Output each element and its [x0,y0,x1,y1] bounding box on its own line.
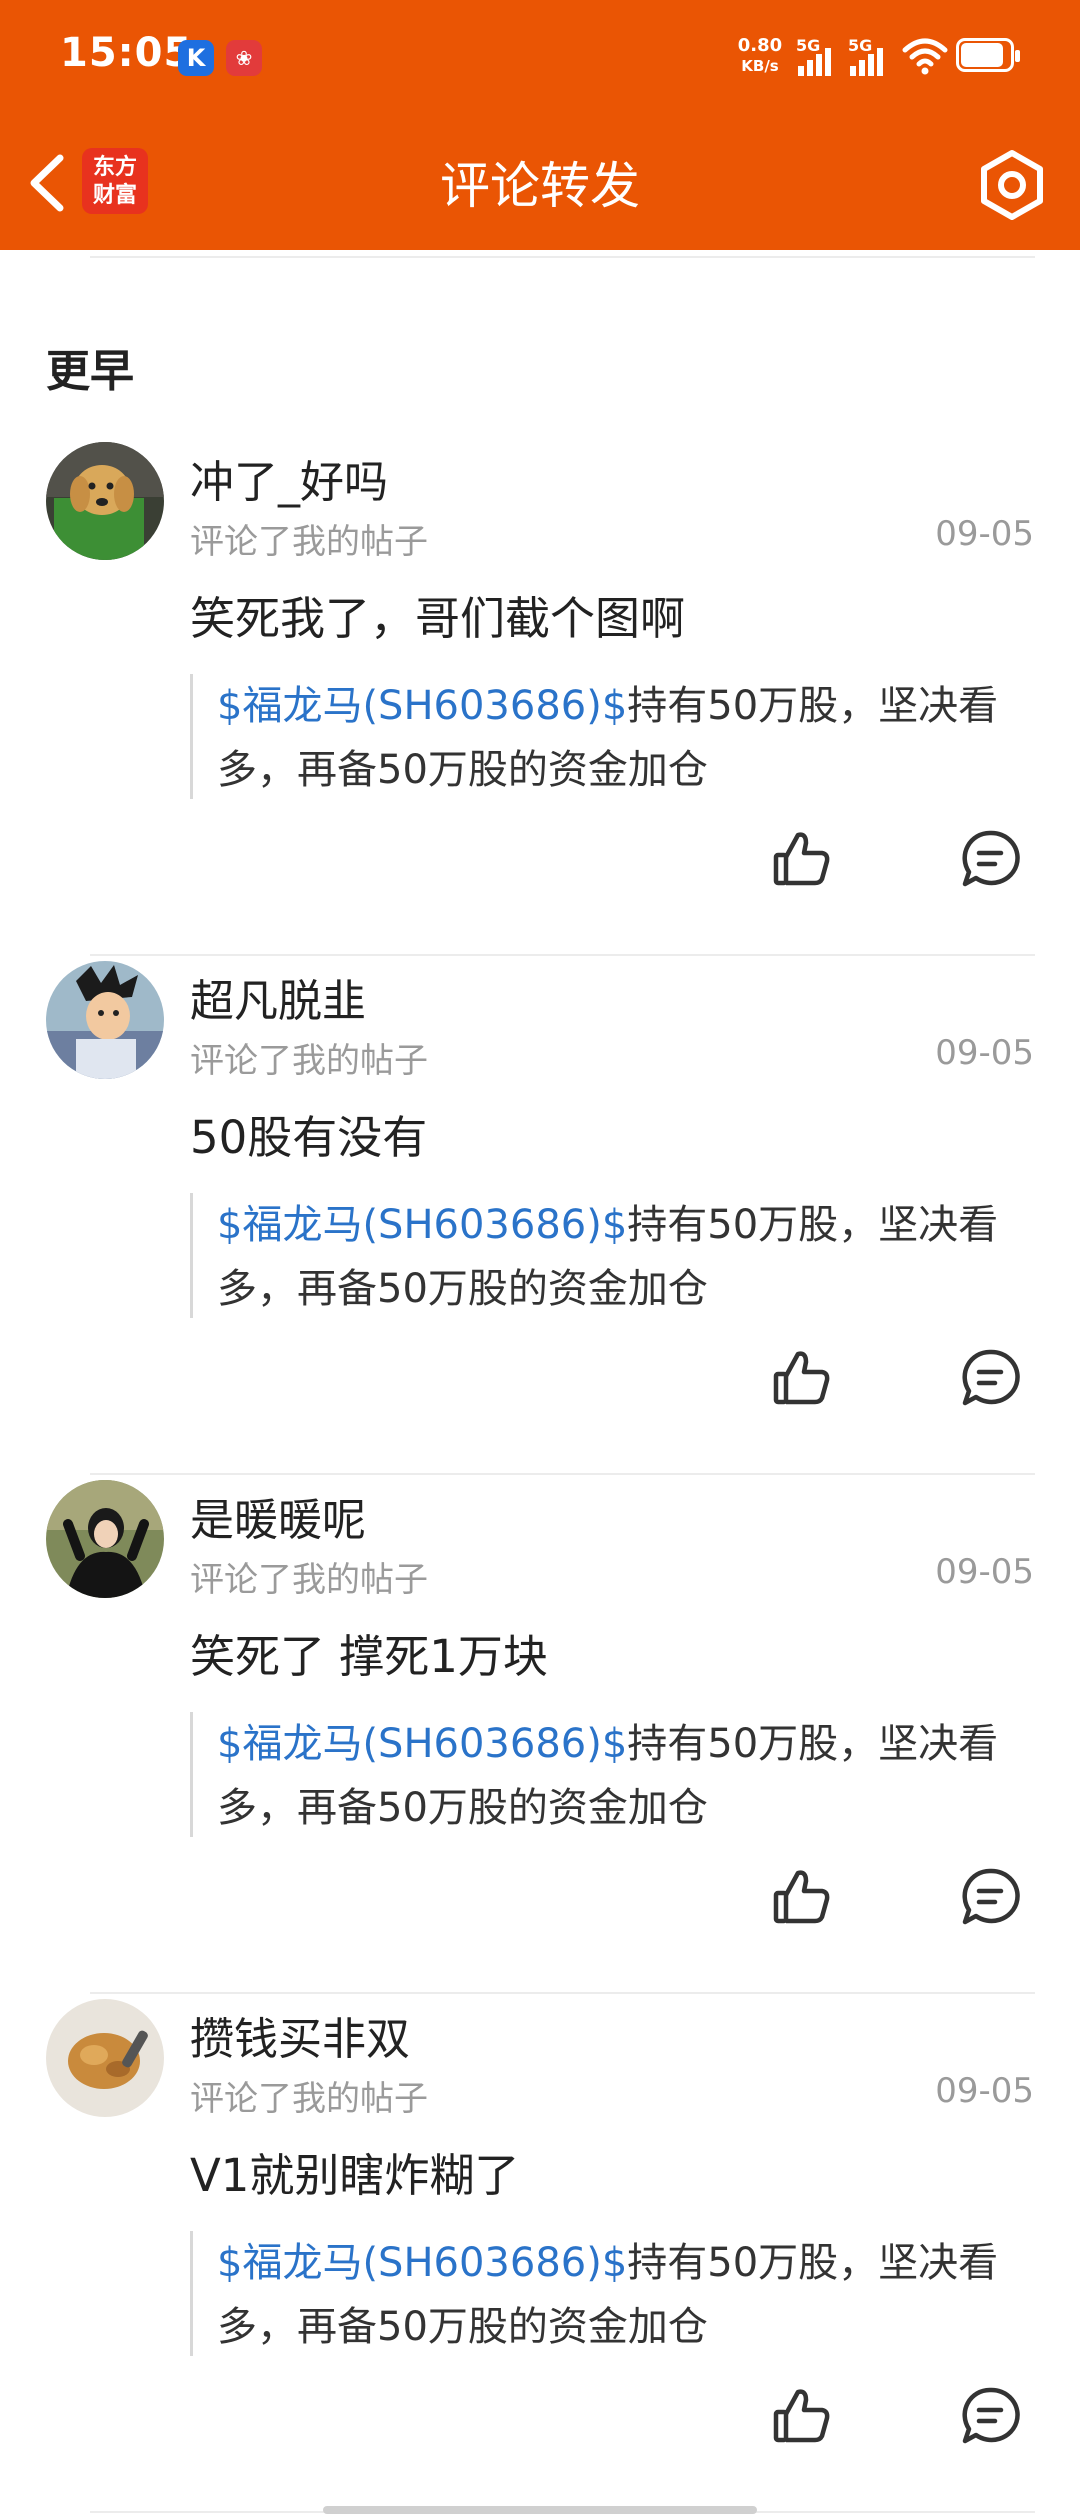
username[interactable]: 攒钱买非双 [190,2003,410,2067]
status-time: 15:05 [60,30,193,76]
quoted-post[interactable]: $福龙马(SH603686)$持有50万股，坚决看 多，再备50万股的资金加仓 [190,2231,1030,2356]
divider [90,954,1035,956]
quoted-text-line2: 多，再备50万股的资金加仓 [217,1785,708,1831]
stock-link[interactable]: $福龙马(SH603686)$ [217,2240,627,2286]
quoted-text-line2: 多，再备50万股的资金加仓 [217,747,708,793]
like-button[interactable] [770,2384,834,2448]
timestamp: 09-05 [935,514,1034,554]
list-item[interactable]: 超凡脱韭 评论了我的帖子 09-05 50股有没有 $福龙马(SH603686)… [0,961,1080,1479]
stock-link[interactable]: $福龙马(SH603686)$ [217,1202,627,1248]
action-text: 评论了我的帖子 [190,522,428,562]
timestamp: 09-05 [935,1033,1034,1073]
network-speed-value: 0.80 [737,35,783,56]
quoted-text-line2: 多，再备50万股的资金加仓 [217,2304,708,2350]
comment-text: V1就别瞎炸糊了 [190,2149,520,2202]
quoted-post-line1: $福龙马(SH603686)$持有50万股，坚决看 [217,674,1030,738]
battery-icon [956,38,1020,72]
thumbs-up-icon [773,832,830,886]
divider [90,1473,1035,1475]
reply-button[interactable] [958,2384,1022,2448]
avatar[interactable] [46,1999,164,2117]
list-item[interactable]: 攒钱买非双 评论了我的帖子 09-05 V1就别瞎炸糊了 $福龙马(SH6036… [0,1999,1080,2517]
top-bar: 15:05 K ❀ 0.80 KB/s 5G 5G 东方 财富 评论转发 [0,0,1080,250]
comment-icon [962,1868,1020,1925]
stock-link[interactable]: $福龙马(SH603686)$ [217,1721,627,1767]
comment-text: 50股有没有 [190,1111,428,1164]
avatar[interactable] [46,961,164,1079]
timestamp: 09-05 [935,1552,1034,1592]
divider [90,256,1035,258]
home-indicator[interactable] [323,2506,757,2514]
status-bar: 15:05 K ❀ 0.80 KB/s 5G 5G [0,0,1080,115]
action-text: 评论了我的帖子 [190,1041,428,1081]
quoted-text: 持有50万股，坚决看 [627,1721,999,1767]
stock-link[interactable]: $福龙马(SH603686)$ [217,683,627,729]
comment-text: 笑死了 撑死1万块 [190,1630,548,1683]
comment-icon [962,1349,1020,1406]
quoted-post[interactable]: $福龙马(SH603686)$持有50万股，坚决看 多，再备50万股的资金加仓 [190,1712,1030,1837]
quoted-post-line1: $福龙马(SH603686)$持有50万股，坚决看 [217,1193,1030,1257]
timestamp: 09-05 [935,2071,1034,2111]
settings-button[interactable] [975,148,1049,222]
list-item[interactable]: 冲了_好吗 评论了我的帖子 09-05 笑死我了，哥们截个图啊 $福龙马(SH6… [0,442,1080,960]
divider [90,1992,1035,1994]
username[interactable]: 是暖暖呢 [190,1484,366,1548]
quoted-post[interactable]: $福龙马(SH603686)$持有50万股，坚决看 多，再备50万股的资金加仓 [190,674,1030,799]
like-button[interactable] [770,1346,834,1410]
app-notification-icon-2: ❀ [226,40,262,76]
thumbs-up-icon [773,2389,830,2443]
avatar[interactable] [46,1480,164,1598]
like-button[interactable] [770,827,834,891]
like-button[interactable] [770,1865,834,1929]
wifi-icon [902,36,948,80]
list-item[interactable]: 是暖暖呢 评论了我的帖子 09-05 笑死了 撑死1万块 $福龙马(SH6036… [0,1480,1080,1998]
avatar[interactable] [46,442,164,560]
quoted-text: 持有50万股，坚决看 [627,683,999,729]
username[interactable]: 超凡脱韭 [190,965,366,1029]
username[interactable]: 冲了_好吗 [190,446,388,510]
quoted-post-line1: $福龙马(SH603686)$持有50万股，坚决看 [217,2231,1030,2295]
quoted-post-line1: $福龙马(SH603686)$持有50万股，坚决看 [217,1712,1030,1776]
thumbs-up-icon [773,1870,830,1924]
gear-icon [981,150,1043,220]
network-speed-unit: KB/s [741,57,779,75]
comment-icon [962,830,1020,887]
comment-text: 笑死我了，哥们截个图啊 [190,592,686,645]
quoted-text: 持有50万股，坚决看 [627,1202,999,1248]
quoted-text: 持有50万股，坚决看 [627,2240,999,2286]
page-title: 评论转发 [440,157,640,215]
quoted-post[interactable]: $福龙马(SH603686)$持有50万股，坚决看 多，再备50万股的资金加仓 [190,1193,1030,1318]
section-title: 更早 [46,346,134,397]
reply-button[interactable] [958,1865,1022,1929]
app-notification-icon: K [178,40,214,76]
quoted-text-line2: 多，再备50万股的资金加仓 [217,1266,708,1312]
thumbs-up-icon [773,1351,830,1405]
network-speed: 0.80 KB/s [735,36,785,76]
action-text: 评论了我的帖子 [190,1560,428,1600]
action-text: 评论了我的帖子 [190,2079,428,2119]
reply-button[interactable] [958,1346,1022,1410]
comment-icon [962,2387,1020,2444]
reply-button[interactable] [958,827,1022,891]
